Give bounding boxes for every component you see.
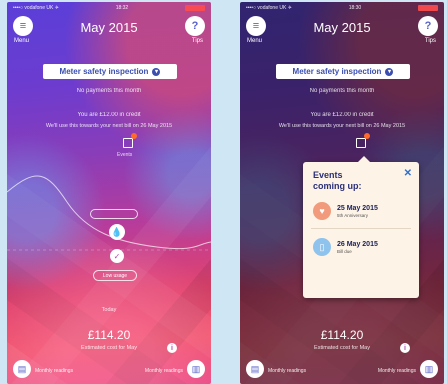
tips-label: Tips — [191, 38, 203, 44]
check-icon[interactable]: ✓ — [110, 249, 124, 263]
event-item[interactable]: ♥ 25 May 2015 5th Anniversary — [313, 202, 411, 220]
status-carrier: ••••○ vodafone UK ✈ — [246, 5, 292, 11]
notification-dot — [364, 133, 370, 139]
chevron-down-icon: ▾ — [385, 67, 394, 76]
credit-status: You are £12.00 in credit — [310, 112, 374, 118]
bill-button[interactable]: Meter safety inspection ▾ — [276, 64, 410, 79]
credit-note: We'll use this towards your next bill on… — [45, 123, 173, 129]
readings-label: Monthly readings — [35, 368, 74, 374]
payment-status: No payments this month — [76, 88, 142, 94]
readings-label: Monthly readings — [268, 368, 307, 374]
event-item[interactable]: ▯ 26 May 2015 Bill due — [313, 238, 411, 256]
phone-screen-main: ••••○ vodafone UK ✈ 18:32 ≡ Menu May 201… — [7, 2, 211, 384]
usage-button[interactable]: ▥ — [187, 360, 205, 378]
close-icon[interactable]: ✕ — [404, 168, 412, 179]
chevron-down-icon: ▾ — [152, 67, 161, 76]
event-date: 26 May 2015 — [337, 240, 378, 248]
question-icon: ? — [191, 20, 199, 32]
tips-button[interactable]: ? — [418, 16, 438, 36]
event-description: 5th Anniversary — [337, 212, 369, 218]
meter-icon: ▤ — [250, 363, 260, 374]
status-bar: ••••○ vodafone UK ✈ 18:32 — [13, 5, 205, 14]
calendar-icon[interactable] — [356, 138, 366, 148]
event-description: Bill due — [337, 248, 352, 254]
usage-pill[interactable] — [90, 209, 138, 219]
menu-label: Menu — [247, 38, 263, 44]
status-carrier: ••••○ vodafone UK ✈ — [13, 5, 59, 11]
usage-label: Monthly readings — [377, 368, 416, 374]
events-popup: Events coming up: ✕ ♥ 25 May 2015 5th An… — [303, 156, 419, 298]
bill-label: Meter safety inspection — [59, 67, 149, 76]
status-time: 18:32 — [115, 5, 129, 11]
info-icon[interactable]: i — [167, 343, 177, 353]
usage-label: Monthly readings — [144, 368, 183, 374]
divider — [311, 228, 411, 229]
readings-button[interactable]: ▤ — [246, 360, 264, 378]
phone-screen-events: ••••○ vodafone UK ✈ 18:30 ≡ Menu May 201… — [240, 2, 444, 384]
document-icon: ▯ — [313, 238, 331, 256]
water-drop-icon[interactable]: 💧 — [109, 224, 125, 240]
estimated-amount: £114.20 — [320, 328, 364, 342]
bar-chart-icon: ▥ — [191, 363, 201, 374]
info-icon[interactable]: i — [400, 343, 410, 353]
question-icon: ? — [424, 20, 432, 32]
menu-label: Menu — [14, 38, 30, 44]
popup-title: Events coming up: — [313, 170, 362, 191]
estimated-amount-label: Estimated cost for May — [81, 345, 137, 351]
notification-dot — [131, 133, 137, 139]
bill-label: Meter safety inspection — [292, 67, 382, 76]
credit-status: You are £12.00 in credit — [77, 112, 141, 118]
calendar-icon[interactable] — [123, 138, 133, 148]
payment-status: No payments this month — [309, 88, 375, 94]
low-usage-pill[interactable]: Low usage — [93, 270, 137, 281]
status-time: 18:30 — [348, 5, 362, 11]
battery-icon — [417, 5, 438, 11]
heart-icon: ♥ — [313, 202, 331, 220]
bill-button[interactable]: Meter safety inspection ▾ — [43, 64, 177, 79]
page-title: May 2015 — [313, 20, 371, 35]
event-date: 25 May 2015 — [337, 204, 378, 212]
battery-icon — [184, 5, 205, 11]
estimated-amount: £114.20 — [87, 328, 131, 342]
page-title: May 2015 — [80, 20, 138, 35]
calendar-label: Events — [117, 152, 133, 158]
bar-chart-icon: ▥ — [424, 363, 434, 374]
status-bar: ••••○ vodafone UK ✈ 18:30 — [246, 5, 438, 14]
tips-button[interactable]: ? — [185, 16, 205, 36]
usage-button[interactable]: ▥ — [420, 360, 438, 378]
today-label: Today — [101, 307, 117, 313]
readings-button[interactable]: ▤ — [13, 360, 31, 378]
meter-icon: ▤ — [17, 363, 27, 374]
credit-note: We'll use this towards your next bill on… — [278, 123, 406, 129]
estimated-amount-label: Estimated cost for May — [314, 345, 370, 351]
tips-label: Tips — [424, 38, 436, 44]
